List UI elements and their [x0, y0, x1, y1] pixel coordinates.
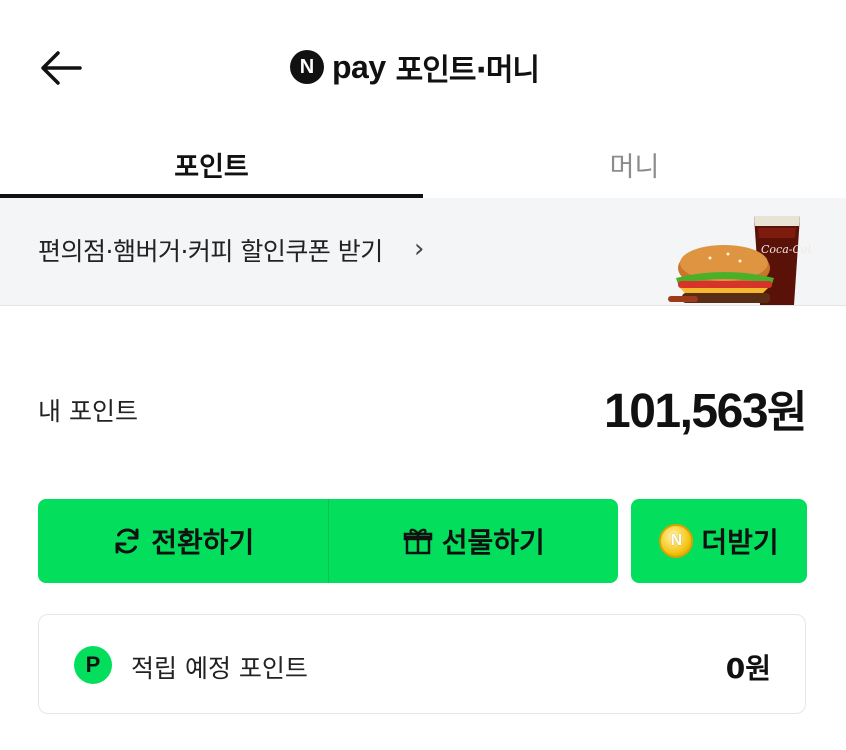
gift-button[interactable]: 선물하기 — [327, 499, 619, 583]
earn-more-label: 더받기 — [701, 526, 779, 559]
point-p-icon: P — [74, 646, 112, 684]
pending-points-card[interactable]: P 적립 예정 포인트 0원 — [38, 614, 806, 714]
pay-logo-text: pay — [332, 48, 386, 85]
brand-title: N pay 포인트·머니 — [290, 44, 540, 90]
banner-text: 편의점·햄버거·커피 할인쿠폰 받기 — [38, 237, 383, 266]
refresh-icon — [115, 528, 139, 554]
pending-points-label: 적립 예정 포인트 — [131, 654, 308, 683]
coin-letter: N — [670, 532, 683, 549]
points-action-group: 전환하기 선물하기 — [38, 499, 618, 583]
gift-icon — [403, 528, 432, 555]
tab-money[interactable]: 머니 — [423, 130, 846, 198]
chevron-right-icon: › — [414, 234, 425, 264]
coupon-banner[interactable]: 편의점·햄버거·커피 할인쿠폰 받기 › Coca-Cola — [0, 198, 846, 306]
coin-icon: N — [659, 524, 694, 558]
naver-logo-icon: N — [290, 50, 324, 84]
my-points-label: 내 포인트 — [38, 397, 138, 426]
convert-label: 전환하기 — [151, 526, 255, 559]
points-number: 101,563 — [604, 385, 769, 438]
tab-bar: 포인트 머니 — [0, 130, 846, 198]
arrow-left-icon — [41, 51, 82, 85]
earn-more-button[interactable]: N 더받기 — [631, 499, 807, 583]
page-title: 포인트·머니 — [395, 53, 540, 88]
my-points-amount: 101,563원 — [604, 376, 807, 440]
header: N pay 포인트·머니 — [0, 0, 846, 130]
back-button[interactable] — [38, 46, 86, 90]
burger-cola-image: Coca-Cola — [668, 216, 812, 305]
cola-logo-text: Coca-Cola — [761, 243, 812, 256]
convert-button[interactable]: 전환하기 — [38, 499, 328, 583]
gift-label: 선물하기 — [441, 526, 545, 559]
points-unit: 원 — [767, 387, 807, 438]
pending-points-value: 0원 — [725, 652, 771, 685]
tab-points[interactable]: 포인트 — [0, 130, 423, 198]
